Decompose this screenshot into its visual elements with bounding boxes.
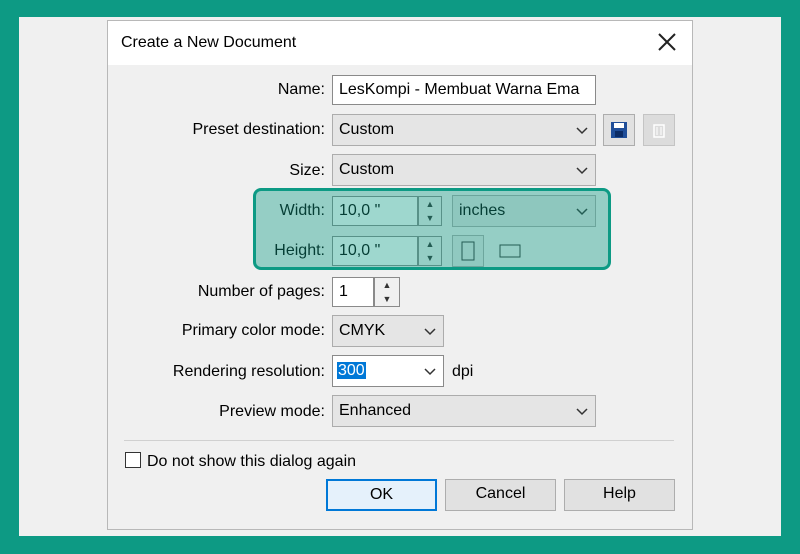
- help-button[interactable]: Help: [564, 479, 675, 511]
- size-dropdown[interactable]: Custom: [332, 154, 596, 186]
- spin-down-icon[interactable]: ▼: [375, 292, 399, 306]
- resolution-combobox[interactable]: 300: [332, 355, 444, 387]
- size-label: Size:: [289, 162, 325, 179]
- spin-up-icon[interactable]: ▲: [375, 278, 399, 292]
- preview-dropdown[interactable]: Enhanced: [332, 395, 596, 427]
- pages-label: Number of pages:: [197, 283, 325, 300]
- size-highlight-box: [253, 188, 611, 270]
- ok-button[interactable]: OK: [326, 479, 437, 511]
- name-label: Name:: [277, 81, 325, 98]
- color-mode-dropdown[interactable]: CMYK: [332, 315, 444, 347]
- color-mode-value: CMYK: [339, 322, 386, 339]
- color-mode-label: Primary color mode:: [181, 322, 325, 339]
- dialog-title: Create a New Document: [121, 34, 297, 51]
- chevron-down-icon: [576, 408, 588, 416]
- resolution-label: Rendering resolution:: [172, 363, 325, 380]
- chevron-down-icon: [576, 127, 588, 135]
- title-bar: Create a New Document: [108, 21, 692, 65]
- close-icon[interactable]: [652, 27, 682, 57]
- name-input[interactable]: LesKompi - Membuat Warna Ema: [332, 75, 596, 105]
- preview-value: Enhanced: [339, 402, 412, 419]
- delete-icon: [653, 124, 665, 138]
- chevron-down-icon: [424, 328, 436, 336]
- separator: [124, 440, 674, 441]
- save-icon: [611, 122, 627, 138]
- resolution-value[interactable]: 300: [337, 362, 366, 379]
- resolution-unit: dpi: [452, 363, 474, 380]
- cancel-button[interactable]: Cancel: [445, 479, 556, 511]
- preset-label: Preset destination:: [192, 121, 325, 138]
- pages-input[interactable]: 1: [332, 277, 374, 307]
- size-value: Custom: [339, 161, 395, 178]
- save-preset-button[interactable]: [603, 114, 635, 146]
- dont-show-label: Do not show this dialog again: [147, 453, 357, 470]
- preset-dropdown[interactable]: Custom: [332, 114, 596, 146]
- chevron-down-icon: [424, 368, 436, 376]
- pages-spinner[interactable]: ▲ ▼: [374, 277, 400, 307]
- preset-value: Custom: [339, 121, 395, 138]
- dont-show-checkbox[interactable]: [125, 452, 141, 468]
- chevron-down-icon: [576, 167, 588, 175]
- preview-label: Preview mode:: [219, 403, 325, 420]
- delete-preset-button[interactable]: [643, 114, 675, 146]
